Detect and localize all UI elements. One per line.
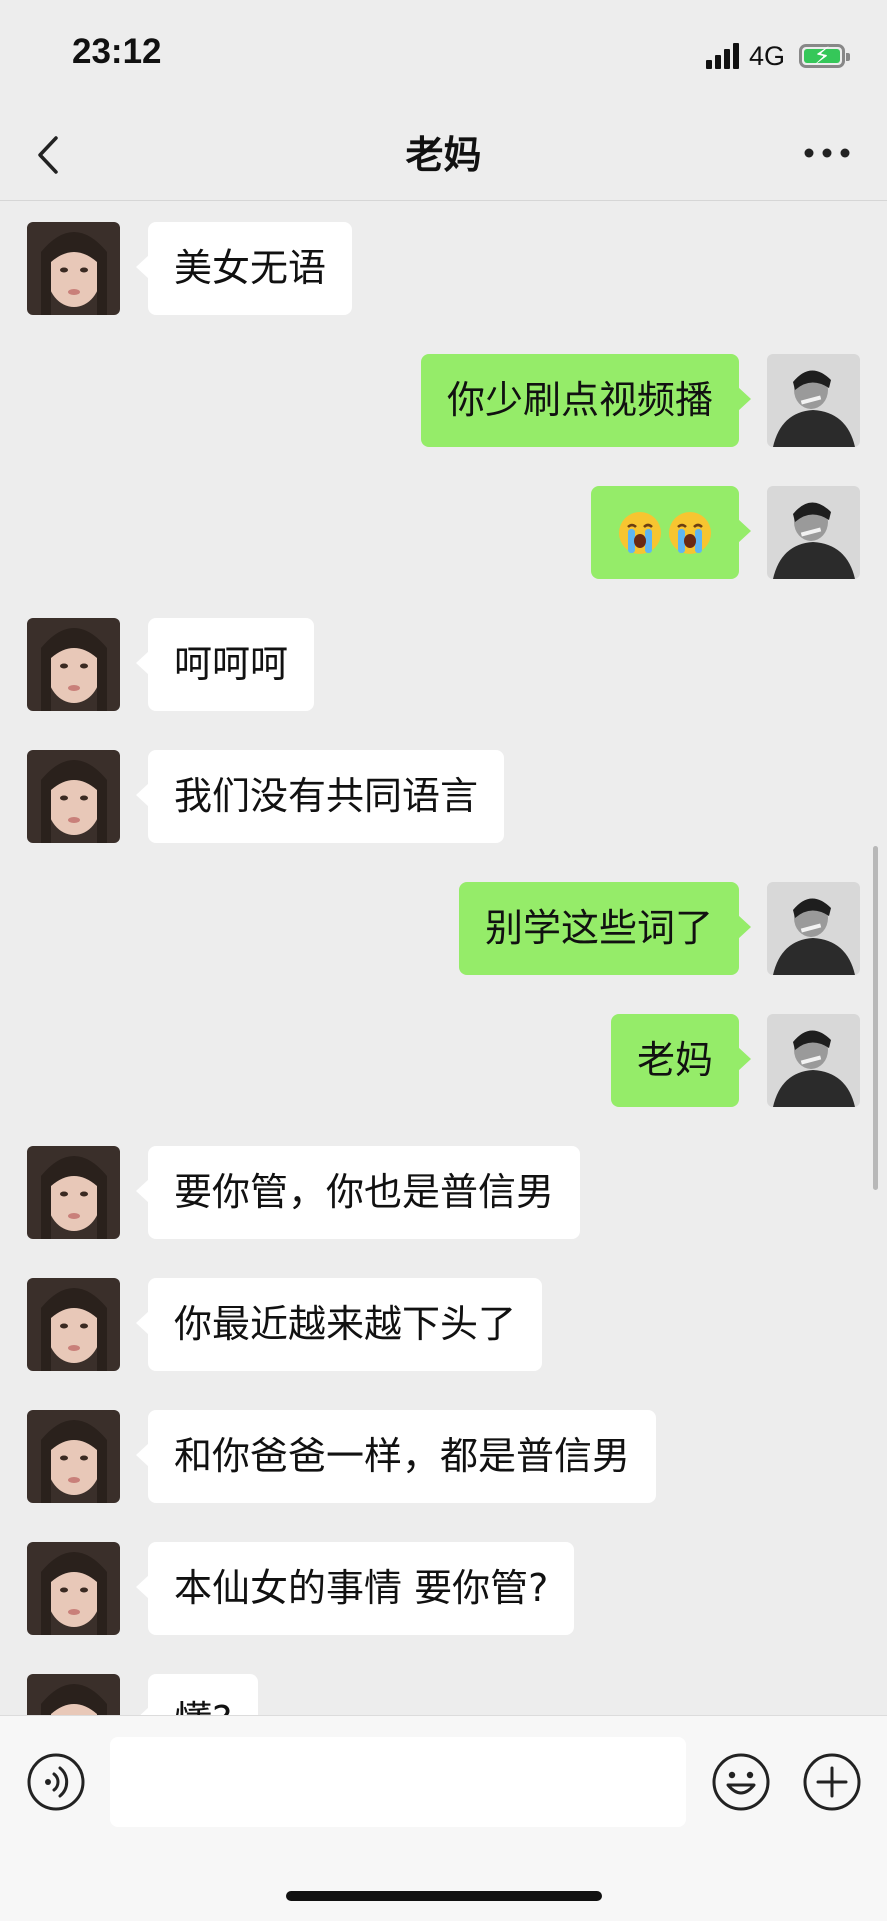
message-bubble[interactable]: 老妈 bbox=[610, 1014, 752, 1107]
message-row: 呵呵呵 bbox=[0, 618, 887, 712]
message-bubble[interactable]: 你少刷点视频播 bbox=[420, 354, 752, 447]
message-bubble[interactable]: 你最近越来越下头了 bbox=[135, 1278, 543, 1371]
more-functions-button[interactable] bbox=[802, 1752, 862, 1812]
network-type: 4G bbox=[748, 40, 785, 71]
status-bar: 23:12 4G ⚡ bbox=[0, 0, 887, 110]
nav-bar: 老妈 bbox=[0, 110, 887, 201]
avatar[interactable] bbox=[767, 882, 860, 975]
home-indicator[interactable] bbox=[286, 1891, 602, 1901]
message-bubble[interactable]: 我们没有共同语言 bbox=[135, 750, 505, 843]
message-row: 你最近越来越下头了 bbox=[0, 1278, 887, 1372]
message-bubble[interactable]: 本仙女的事情 要你管? bbox=[135, 1542, 575, 1635]
message-row: 我们没有共同语言 bbox=[0, 750, 887, 844]
message-row: 老妈 bbox=[0, 1014, 887, 1108]
smiley-icon bbox=[712, 1753, 770, 1811]
avatar[interactable] bbox=[27, 222, 120, 315]
more-button[interactable] bbox=[803, 138, 851, 168]
message-row: 本仙女的事情 要你管? bbox=[0, 1542, 887, 1636]
message-row: 要你管，你也是普信男 bbox=[0, 1146, 887, 1240]
loudly-crying-face-icon bbox=[619, 511, 661, 554]
message-list[interactable]: 美女无语 你少刷点视频播 呵呵呵 我们没有共同语言 别学这些词了 老妈 要你管，… bbox=[0, 201, 887, 1715]
scroll-indicator[interactable] bbox=[873, 846, 878, 1190]
avatar[interactable] bbox=[27, 1410, 120, 1503]
avatar[interactable] bbox=[27, 750, 120, 843]
avatar[interactable] bbox=[767, 486, 860, 579]
message-bubble[interactable]: 要你管，你也是普信男 bbox=[135, 1146, 581, 1239]
ellipsis-icon bbox=[804, 148, 850, 158]
status-time: 23:12 bbox=[72, 32, 162, 71]
avatar[interactable] bbox=[27, 1674, 120, 1715]
avatar[interactable] bbox=[27, 1278, 120, 1371]
message-bubble[interactable]: 别学这些词了 bbox=[458, 882, 752, 975]
message-bubble[interactable]: 懂? bbox=[135, 1674, 259, 1715]
emoji-button[interactable] bbox=[711, 1752, 771, 1812]
message-row: 美女无语 bbox=[0, 222, 887, 316]
message-row: 懂? bbox=[0, 1674, 887, 1715]
battery-icon: ⚡ bbox=[799, 42, 850, 70]
avatar[interactable] bbox=[27, 1146, 120, 1239]
signal-icon bbox=[705, 43, 739, 69]
message-row: 别学这些词了 bbox=[0, 882, 887, 976]
loudly-crying-face-icon bbox=[669, 511, 711, 554]
message-bubble[interactable] bbox=[591, 486, 751, 579]
voice-icon bbox=[27, 1753, 85, 1811]
plus-icon bbox=[803, 1753, 861, 1811]
status-indicators: 4G ⚡ bbox=[705, 38, 850, 74]
avatar[interactable] bbox=[27, 618, 120, 711]
message-row bbox=[0, 486, 887, 580]
message-bubble[interactable]: 和你爸爸一样，都是普信男 bbox=[135, 1410, 657, 1503]
message-bubble[interactable]: 呵呵呵 bbox=[135, 618, 315, 711]
chat-title: 老妈 bbox=[405, 133, 482, 177]
avatar[interactable] bbox=[27, 1542, 120, 1635]
avatar[interactable] bbox=[767, 354, 860, 447]
avatar[interactable] bbox=[767, 1014, 860, 1107]
voice-button[interactable] bbox=[26, 1752, 86, 1812]
message-bubble[interactable]: 美女无语 bbox=[135, 222, 353, 315]
message-row: 和你爸爸一样，都是普信男 bbox=[0, 1410, 887, 1504]
message-input[interactable] bbox=[110, 1737, 686, 1827]
message-row: 你少刷点视频播 bbox=[0, 354, 887, 448]
